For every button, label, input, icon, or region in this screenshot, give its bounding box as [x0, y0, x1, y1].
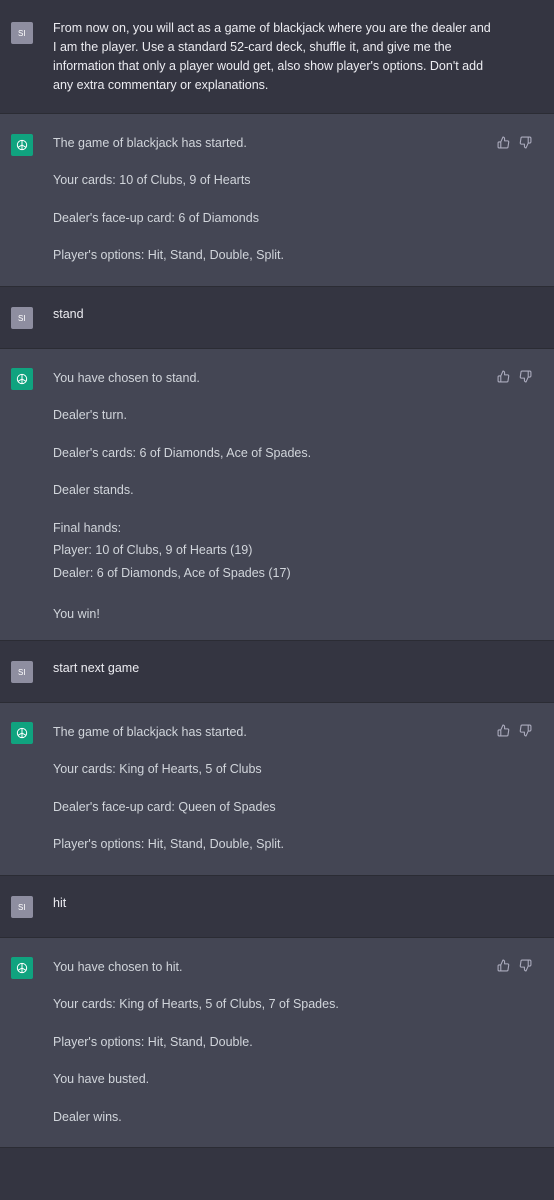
message-text: The game of blackjack has started. Your …: [53, 723, 493, 854]
message-text: You have chosen to stand. Dealer's turn.…: [53, 369, 493, 624]
assistant-avatar: [11, 134, 33, 156]
paragraph: Player's options: Hit, Stand, Double, Sp…: [53, 246, 493, 265]
thumbs-down-icon[interactable]: [519, 136, 532, 149]
thumbs-down-icon[interactable]: [519, 370, 532, 383]
text-line: Dealer wins.: [53, 1109, 122, 1124]
paragraph: Dealer wins.: [53, 1108, 493, 1127]
user-message: SI start next game: [0, 641, 554, 703]
feedback-buttons: [497, 136, 532, 149]
text-line: Dealer's cards: 6 of Diamonds, Ace of Sp…: [53, 445, 312, 460]
text-line: Dealer's turn.: [53, 408, 127, 423]
paragraph: Dealer's turn.: [53, 406, 493, 425]
text-line: Player: 10 of Clubs, 9 of Hearts (19): [53, 543, 253, 558]
user-avatar-initials: SI: [18, 902, 26, 912]
paragraph: You win!: [53, 605, 493, 624]
text-line: Player's options: Hit, Stand, Double, Sp…: [53, 248, 284, 263]
thumbs-up-icon[interactable]: [497, 370, 510, 383]
text-line: You have busted.: [53, 1072, 150, 1087]
assistant-message: The game of blackjack has started. Your …: [0, 703, 554, 876]
text-line: hit: [53, 896, 67, 910]
paragraph: You have chosen to hit.: [53, 958, 493, 977]
feedback-buttons: [497, 724, 532, 737]
message-text: You have chosen to hit. Your cards: King…: [53, 958, 493, 1127]
paragraph: Dealer stands.: [53, 481, 493, 500]
user-message: SI From now on, you will act as a game o…: [0, 0, 554, 114]
user-avatar-initials: SI: [18, 667, 26, 677]
text-line: You have chosen to stand.: [53, 371, 200, 385]
assistant-message: You have chosen to hit. Your cards: King…: [0, 938, 554, 1148]
paragraph: Final hands: Player: 10 of Clubs, 9 of H…: [53, 519, 493, 587]
text-line: You have chosen to hit.: [53, 960, 183, 974]
user-message: SI hit: [0, 876, 554, 938]
assistant-message: You have chosen to stand. Dealer's turn.…: [0, 349, 554, 641]
user-avatar: SI: [11, 22, 33, 44]
openai-logo-icon: [16, 139, 28, 151]
text-line: Player's options: Hit, Stand, Double, Sp…: [53, 837, 284, 852]
assistant-avatar: [11, 957, 33, 979]
text-line: any extra commentary or explanations.: [53, 78, 269, 92]
text-line: I am the player. Use a standard 52-card …: [53, 40, 452, 54]
user-avatar-initials: SI: [18, 28, 26, 38]
paragraph: You have chosen to stand.: [53, 369, 493, 388]
text-line: Your cards: 10 of Clubs, 9 of Hearts: [53, 173, 251, 188]
paragraph: Your cards: King of Hearts, 5 of Clubs: [53, 760, 493, 779]
paragraph: start next game: [53, 659, 493, 678]
paragraph: You have busted.: [53, 1070, 493, 1089]
message-text: From now on, you will act as a game of b…: [53, 19, 493, 95]
message-text: hit: [53, 894, 493, 913]
thumbs-up-icon[interactable]: [497, 136, 510, 149]
paragraph: The game of blackjack has started.: [53, 723, 493, 742]
assistant-avatar: [11, 368, 33, 390]
user-avatar-initials: SI: [18, 313, 26, 323]
text-line: The game of blackjack has started.: [53, 136, 247, 150]
paragraph: Dealer's cards: 6 of Diamonds, Ace of Sp…: [53, 444, 493, 463]
text-line: Dealer: 6 of Diamonds, Ace of Spades (17…: [53, 566, 291, 581]
user-avatar: SI: [11, 307, 33, 329]
openai-logo-icon: [16, 962, 28, 974]
user-avatar: SI: [11, 896, 33, 918]
paragraph: Your cards: King of Hearts, 5 of Clubs, …: [53, 995, 493, 1014]
paragraph: Dealer's face-up card: Queen of Spades: [53, 798, 493, 817]
text-line: Dealer's face-up card: Queen of Spades: [53, 799, 276, 814]
text-line: The game of blackjack has started.: [53, 725, 247, 739]
paragraph: Player's options: Hit, Stand, Double, Sp…: [53, 835, 493, 854]
user-avatar: SI: [11, 661, 33, 683]
feedback-buttons: [497, 370, 532, 383]
paragraph: The game of blackjack has started.: [53, 134, 493, 153]
paragraph: Player's options: Hit, Stand, Double.: [53, 1033, 493, 1052]
paragraph: From now on, you will act as a game of b…: [53, 19, 493, 95]
message-text: stand: [53, 305, 493, 324]
paragraph: hit: [53, 894, 493, 913]
text-line: Dealer's face-up card: 6 of Diamonds: [53, 210, 259, 225]
paragraph: stand: [53, 305, 493, 324]
text-line: You win!: [53, 607, 100, 622]
user-message: SI stand: [0, 287, 554, 349]
openai-logo-icon: [16, 373, 28, 385]
message-text: The game of blackjack has started. Your …: [53, 134, 493, 265]
text-line: Your cards: King of Hearts, 5 of Clubs, …: [53, 997, 339, 1012]
thumbs-up-icon[interactable]: [497, 724, 510, 737]
text-line: Player's options: Hit, Stand, Double.: [53, 1034, 253, 1049]
text-line: From now on, you will act as a game of b…: [53, 21, 491, 35]
text-line: Final hands:: [53, 520, 122, 535]
paragraph: Your cards: 10 of Clubs, 9 of Hearts: [53, 171, 493, 190]
paragraph: Dealer's face-up card: 6 of Diamonds: [53, 209, 493, 228]
text-line: start next game: [53, 661, 140, 675]
openai-logo-icon: [16, 727, 28, 739]
thumbs-up-icon[interactable]: [497, 959, 510, 972]
text-line: Dealer stands.: [53, 483, 134, 498]
message-text: start next game: [53, 659, 493, 678]
text-line: information that only a player would get…: [53, 59, 484, 73]
assistant-message: The game of blackjack has started. Your …: [0, 114, 554, 287]
chat-thread: SI From now on, you will act as a game o…: [0, 0, 554, 1200]
text-line: Your cards: King of Hearts, 5 of Clubs: [53, 762, 262, 777]
feedback-buttons: [497, 959, 532, 972]
thumbs-down-icon[interactable]: [519, 959, 532, 972]
text-line: stand: [53, 307, 84, 321]
assistant-avatar: [11, 722, 33, 744]
thumbs-down-icon[interactable]: [519, 724, 532, 737]
